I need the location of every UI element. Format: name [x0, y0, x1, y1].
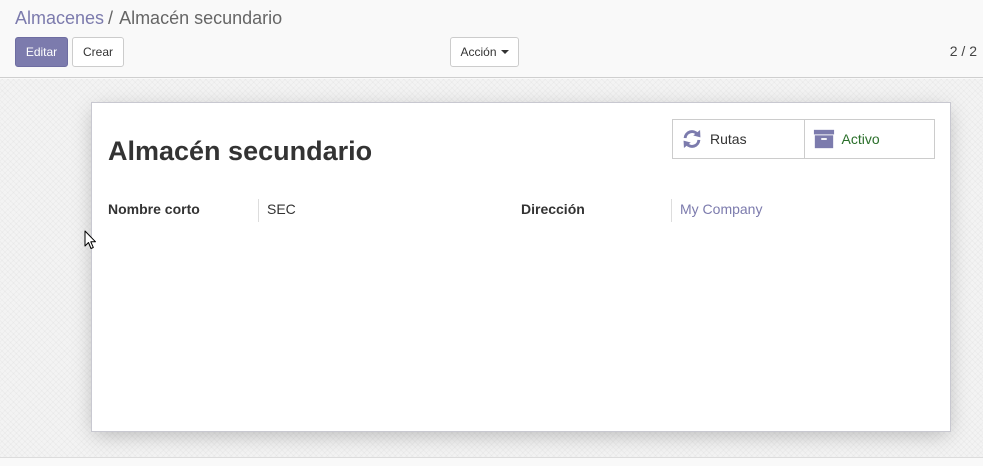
address-link[interactable]: My Company [680, 201, 762, 217]
breadcrumb: Almacenes / Almacén secundario [15, 8, 282, 29]
action-label: Acción [460, 45, 497, 59]
archive-icon [813, 128, 835, 150]
field-separator [671, 199, 672, 222]
routes-label: Rutas [710, 131, 747, 147]
active-toggle-button[interactable]: Activo [803, 120, 935, 158]
pager-value[interactable]: 2 / 2 [950, 43, 977, 59]
breadcrumb-parent-link[interactable]: Almacenes [15, 8, 104, 28]
form-sheet: Rutas Activo Almacén secundario Nombre c… [91, 102, 951, 432]
control-panel: Almacenes / Almacén secundario Editar Crea… [0, 0, 983, 78]
record-title: Almacén secundario [108, 136, 373, 166]
breadcrumb-separator: / [108, 8, 114, 28]
active-label: Activo [841, 131, 880, 147]
smart-button-box: Rutas Activo [672, 119, 935, 159]
action-dropdown-button[interactable]: Acción [450, 37, 519, 67]
routes-button[interactable]: Rutas [673, 120, 804, 158]
field-separator [258, 199, 259, 222]
refresh-icon [681, 128, 703, 150]
address-label: Dirección [521, 201, 585, 217]
short-name-label: Nombre corto [108, 201, 200, 217]
edit-button[interactable]: Editar [15, 37, 68, 67]
bottom-divider [0, 457, 983, 458]
caret-down-icon [500, 50, 509, 54]
short-name-value: SEC [267, 201, 296, 217]
mouse-pointer-icon [84, 230, 97, 255]
create-button[interactable]: Crear [72, 37, 124, 67]
breadcrumb-current: Almacén secundario [119, 8, 283, 28]
